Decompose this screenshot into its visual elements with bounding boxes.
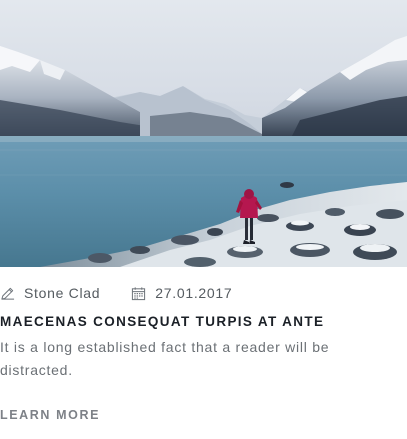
post-date: 27.01.2017 [131,285,232,301]
post-author[interactable]: Stone Clad [0,285,100,301]
post-excerpt: It is a long established fact that a rea… [0,339,330,378]
blog-post-card: Stone Clad 27.01.2017 MAECENAS CONSEQUAT… [0,0,407,439]
date-value: 27.01.2017 [155,285,233,301]
post-image[interactable] [0,0,407,267]
post-meta: Stone Clad 27.01.2017 [0,282,407,304]
learn-more-link[interactable]: LEARN MORE [0,408,100,422]
post-title[interactable]: MAECENAS CONSEQUAT TURPIS AT ANTE [0,314,407,329]
author-name[interactable]: Stone Clad [24,285,100,301]
pencil-icon [1,287,15,300]
calendar-icon [132,286,146,300]
